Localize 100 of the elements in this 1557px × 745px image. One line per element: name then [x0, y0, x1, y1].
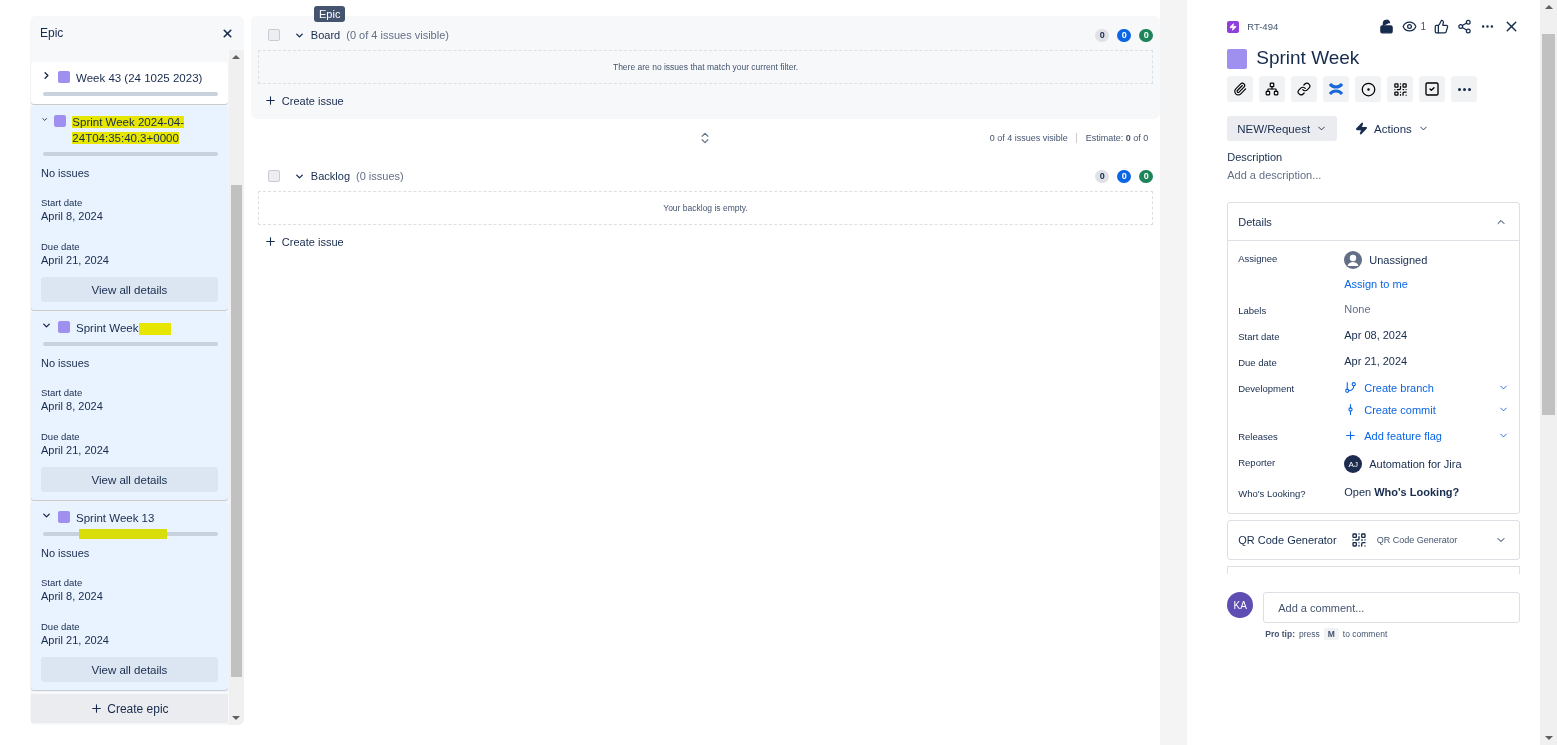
chevron-icon[interactable] [41, 320, 52, 331]
qr-title: QR Code Generator [1238, 534, 1337, 546]
qr-panel[interactable]: QR Code Generator QR Code Generator [1227, 520, 1520, 560]
watch-button[interactable]: 1 [1402, 19, 1426, 34]
estimate: Estimate: 0 of 0 [1084, 133, 1149, 143]
issue-count: (0 of 4 issues visible) [346, 29, 450, 41]
actions-button[interactable]: Actions [1351, 116, 1433, 141]
empty-message: Your backlog is empty. [257, 191, 1154, 225]
hierarchy-icon [1265, 82, 1280, 96]
comment-field[interactable]: Add a comment... [1263, 592, 1520, 623]
details-title: Details [1238, 215, 1272, 228]
assign-link[interactable]: Assign to me [1344, 278, 1509, 290]
plus-icon [90, 702, 104, 715]
dev-link[interactable]: Create commit [1344, 403, 1509, 416]
panel-title: Epic [40, 26, 64, 40]
epic-name: Week 43 (24 1025 2023) [76, 71, 203, 86]
plus-icon [1344, 429, 1358, 442]
create-issue-button[interactable]: Create issue [257, 225, 350, 248]
hierarchy-button[interactable] [1259, 76, 1286, 102]
sprint-name: Backlog [310, 170, 350, 182]
field-value: None [1344, 303, 1372, 315]
user-avatar: KA [1227, 592, 1254, 618]
issue-title[interactable]: Sprint Week [1256, 47, 1360, 69]
scrollbar[interactable] [1540, 0, 1557, 745]
status-dropdown[interactable]: NEW/Request [1227, 116, 1338, 141]
target-icon [1360, 81, 1376, 97]
count-badge: 0 [1117, 169, 1132, 183]
due-label: Due date [41, 431, 81, 443]
start-date: April 8, 2024 [41, 400, 104, 413]
paperclip-icon [1233, 82, 1248, 96]
start-label: Start date [41, 577, 84, 589]
count-badge: 0 [1095, 28, 1110, 42]
issue-status: No issues [41, 357, 91, 369]
count-badge: 0 [1139, 169, 1154, 183]
lock-icon[interactable] [1379, 19, 1395, 34]
link-icon [1297, 82, 1312, 96]
create-issue-button[interactable]: Create issue [257, 84, 350, 107]
app-button[interactable] [1323, 76, 1350, 102]
epic-card[interactable]: Sprint Week 13 No issues Start date April 8, 2024 Due date April 21, 2024 View all details [31, 502, 228, 690]
eye-icon [1402, 19, 1418, 34]
due-label: Due date [41, 621, 81, 633]
field-value[interactable]: Open Who's Looking? [1344, 486, 1509, 498]
due-date: April 21, 2024 [41, 254, 110, 267]
issue-key[interactable]: RT-494 [1247, 21, 1372, 32]
qr-value: QR Code Generator [1376, 535, 1459, 545]
attach-button[interactable] [1227, 76, 1254, 102]
dev-link[interactable]: Create branch [1344, 381, 1509, 394]
epic-card[interactable]: Sprint Week No issues Start date April 8, 2024 Due date April 21, 2024 View all details [31, 312, 228, 500]
close-icon[interactable] [220, 26, 234, 40]
epic-name: Sprint Week 13 [76, 511, 155, 526]
due-label: Due date [41, 241, 81, 253]
checkbox-icon [1424, 81, 1441, 97]
pro-tip: Pro tip: press M to comment [1265, 628, 1389, 640]
field-value: Apr 08, 2024 [1344, 329, 1409, 341]
scrollbar[interactable] [228, 50, 244, 725]
epic-card[interactable]: Sprint Week 2024-04-24T04:35:40.3+0000 No issues Start date April 8, 2024 Due date April 21, 2024 View all details [31, 106, 228, 310]
issue-status: No issues [41, 547, 91, 559]
checkbox[interactable] [267, 170, 280, 182]
field-label: Assignee [1238, 252, 1279, 264]
epic-type-icon [1227, 20, 1240, 33]
chevron-icon[interactable] [41, 510, 52, 521]
branch-icon [1344, 381, 1358, 394]
share-icon[interactable] [1457, 19, 1472, 34]
field-value: Apr 21, 2024 [1344, 355, 1409, 367]
epic-name: Sprint Week 2024-04-24T04:35:40.3+0000 [72, 115, 185, 146]
issue-count: (0 issues) [356, 170, 405, 182]
qr-code-button[interactable] [1387, 76, 1414, 102]
view-details-button[interactable]: View all details [41, 657, 218, 682]
checkbox-button[interactable] [1419, 76, 1446, 102]
qr-code-icon [1392, 81, 1408, 97]
start-date: April 8, 2024 [41, 590, 104, 603]
start-date: April 8, 2024 [41, 210, 104, 223]
description-field[interactable]: Add a description... [1227, 169, 1520, 181]
field-label: Development [1238, 382, 1296, 394]
view-details-button[interactable]: View all details [41, 467, 218, 492]
chevron-icon[interactable] [41, 70, 52, 81]
visible-count: 0 of 4 issues visible [989, 133, 1077, 143]
link-button[interactable] [1291, 76, 1318, 102]
user-avatar-icon [1344, 251, 1363, 269]
more-button[interactable] [1451, 76, 1478, 102]
plus-icon [263, 94, 277, 107]
cross-logo-icon [1329, 82, 1344, 96]
due-date: April 21, 2024 [41, 634, 110, 647]
issue-status: No issues [41, 167, 91, 179]
empty-message: There are no issues that match your current filter. [257, 50, 1154, 84]
count-badge: 0 [1117, 28, 1132, 42]
field-label: Reporter [1238, 456, 1277, 468]
field-label: Who's Looking? [1238, 487, 1307, 499]
dev-link[interactable]: Add feature flag [1344, 429, 1509, 442]
epic-card[interactable]: Week 43 (24 1025 2023) [31, 62, 228, 104]
reporter-avatar: AJ [1344, 455, 1363, 473]
target-button[interactable] [1355, 76, 1382, 102]
create-epic-button[interactable]: Create epic [31, 694, 228, 723]
view-details-button[interactable]: View all details [41, 277, 218, 302]
more-icon [1457, 87, 1471, 91]
count-badge: 0 [1095, 169, 1110, 183]
thumbs-up-icon[interactable] [1434, 19, 1449, 34]
checkbox[interactable] [267, 29, 280, 41]
start-label: Start date [41, 387, 84, 399]
field-label: Start date [1238, 330, 1281, 342]
